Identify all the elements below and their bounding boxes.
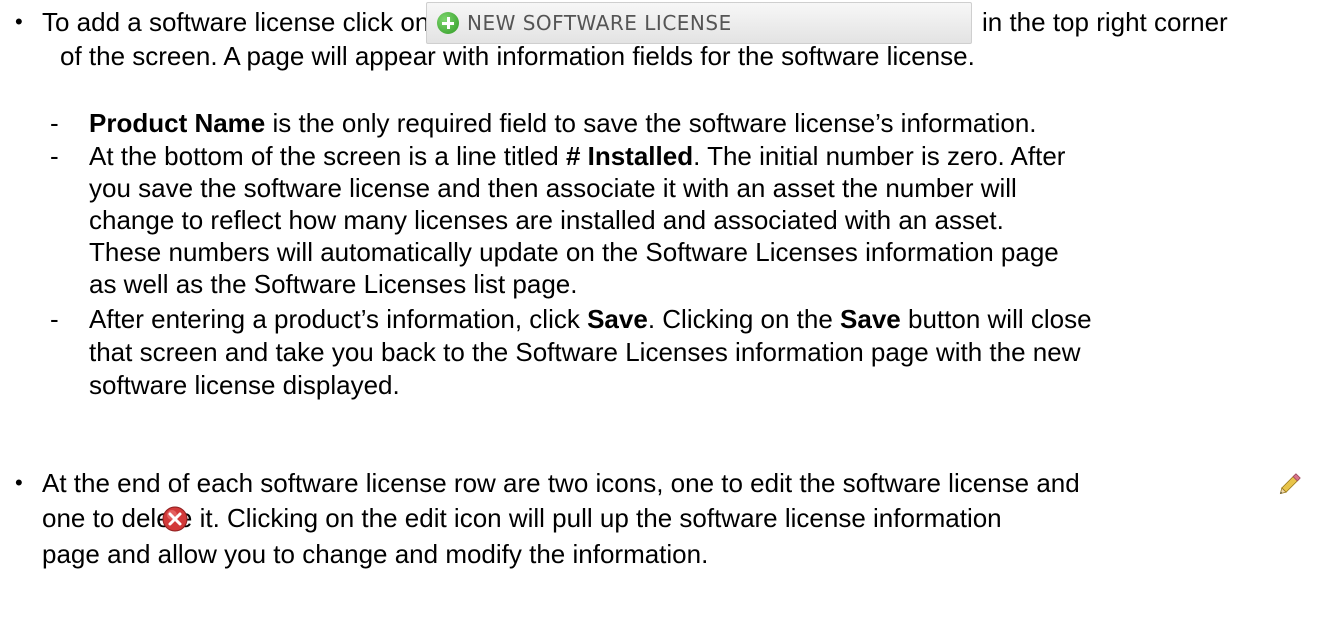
bullet-1-line-2: of the screen. A page will appear with i… bbox=[60, 41, 975, 71]
save-label-2: Save bbox=[840, 304, 901, 334]
bullet-marker: • bbox=[15, 470, 23, 495]
sub-item-save-line-3: software license displayed. bbox=[89, 370, 400, 400]
sub-item-product-name: Product Name is the only required field … bbox=[89, 107, 1037, 139]
bullet-1-line-1-before: To add a software license click on the bbox=[42, 7, 473, 37]
save-label-1: Save bbox=[587, 304, 648, 334]
sub-item-installed-line-2: you save the software license and then a… bbox=[89, 173, 1017, 203]
new-software-license-label: NEW SOFTWARE LICENSE bbox=[467, 11, 732, 35]
sub-item-installed-line-5: as well as the Software Licenses list pa… bbox=[89, 269, 578, 299]
dash-marker: - bbox=[50, 304, 59, 334]
new-software-license-button-image: NEW SOFTWARE LICENSE bbox=[426, 2, 972, 44]
installed-label: # Installed bbox=[565, 141, 694, 171]
sub-item-installed-line-1: At the bottom of the screen is a line ti… bbox=[89, 140, 1065, 172]
save-text-before: After entering a product’s information, … bbox=[89, 304, 588, 334]
save-text-after: button will close bbox=[900, 304, 1092, 334]
installed-text-after: . The initial number is zero. After bbox=[693, 141, 1066, 171]
bullet-2-line-3: page and allow you to change and modify … bbox=[42, 539, 709, 569]
bullet-marker: • bbox=[15, 9, 23, 34]
sub-item-save-line-1: After entering a product’s information, … bbox=[89, 303, 1092, 335]
bullet-2-line-1: At the end of each software license row … bbox=[42, 468, 1080, 498]
product-name-label: Product Name bbox=[89, 108, 266, 138]
bullet-1-line-1-after: in the top right corner bbox=[982, 7, 1228, 37]
sub-item-installed-line-3: change to reflect how many licenses are … bbox=[89, 205, 1004, 235]
save-text-mid: . Clicking on the bbox=[647, 304, 841, 334]
installed-text-before: At the bottom of the screen is a line ti… bbox=[89, 141, 566, 171]
plus-circle-icon bbox=[437, 12, 459, 34]
sub-item-save-line-2: that screen and take you back to the Sof… bbox=[89, 337, 1081, 367]
dash-marker: - bbox=[50, 141, 59, 171]
dash-marker: - bbox=[50, 108, 59, 138]
product-name-text: is the only required field to save the s… bbox=[265, 108, 1037, 138]
pencil-edit-icon bbox=[1279, 473, 1301, 495]
sub-item-installed-line-4: These numbers will automatically update … bbox=[89, 237, 1059, 267]
red-x-delete-icon bbox=[162, 506, 188, 532]
